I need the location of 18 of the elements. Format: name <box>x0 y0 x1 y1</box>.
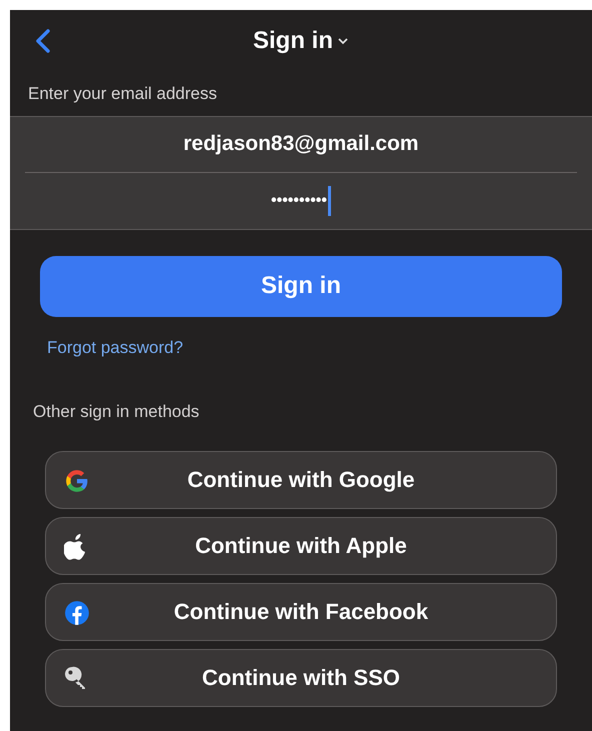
password-field[interactable]: •••••••••• <box>10 172 592 228</box>
google-icon <box>64 468 90 494</box>
provider-button[interactable]: Continue with SSO <box>45 648 557 706</box>
key-icon <box>64 666 88 690</box>
text-cursor <box>328 186 331 216</box>
sign-in-button[interactable]: Sign in <box>40 256 562 316</box>
forgot-password-link[interactable]: Forgot password? <box>47 338 184 356</box>
apple-icon <box>64 534 88 560</box>
back-icon[interactable] <box>35 28 51 54</box>
provider-button[interactable]: Continue with Google <box>45 450 557 508</box>
provider-button[interactable]: Continue with Apple <box>45 516 557 574</box>
email-field[interactable]: redjason83@gmail.com <box>25 116 577 172</box>
page-title[interactable]: Sign in <box>253 23 333 59</box>
facebook-icon <box>64 600 90 626</box>
section-label: Other sign in methods <box>33 402 200 420</box>
provider-button[interactable]: Continue with Facebook <box>45 582 557 640</box>
chevron-down-icon[interactable] <box>337 37 349 45</box>
field-label: Enter your email address <box>27 83 218 105</box>
